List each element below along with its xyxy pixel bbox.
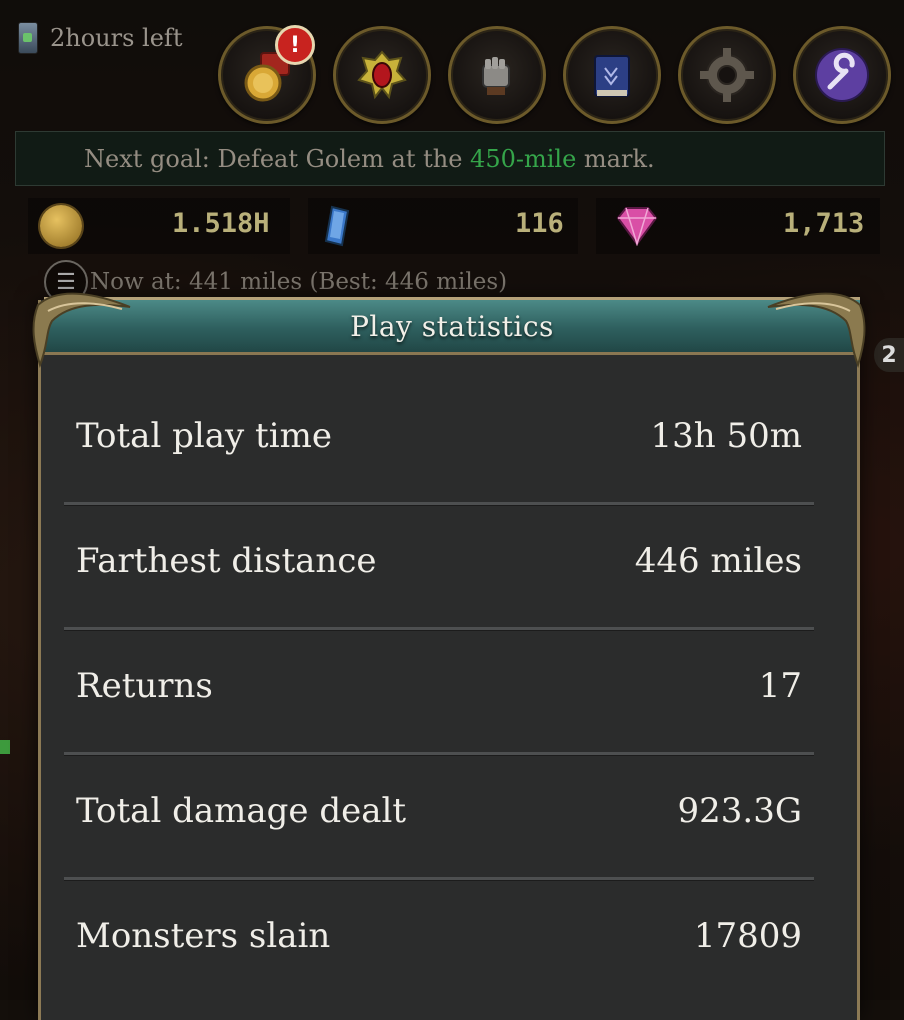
stat-value: 446 miles — [634, 541, 802, 581]
distance-text: Now at: 441 miles (Best: 446 miles) — [90, 269, 508, 295]
book-button[interactable] — [563, 26, 661, 124]
gold-amount: 1.518H — [172, 208, 270, 239]
settings-button[interactable] — [678, 26, 776, 124]
scroll-icon — [18, 22, 38, 54]
stat-value: 13h 50m — [650, 416, 802, 456]
amulet-button[interactable] — [333, 26, 431, 124]
time-remaining: 2hours left — [18, 22, 182, 54]
crystal-amount: 116 — [515, 208, 564, 239]
statistics-list: Total play time 13h 50m Farthest distanc… — [64, 378, 814, 1003]
stat-value: 923.3G — [677, 791, 803, 831]
goal-highlight: 450-mile — [470, 145, 577, 173]
stat-row-damage: Total damage dealt 923.3G — [64, 753, 814, 881]
gem-amount: 1,713 — [783, 208, 865, 239]
stat-row-returns: Returns 17 — [64, 628, 814, 756]
timer-text: 2hours left — [50, 24, 183, 52]
book-icon — [594, 55, 630, 97]
stat-row-farthest-distance: Farthest distance 446 miles — [64, 503, 814, 631]
stat-value: 17 — [758, 666, 802, 706]
goal-prefix: Next goal: Defeat Golem at the — [84, 145, 471, 173]
amulet-icon — [357, 50, 407, 100]
panel-title: Play statistics — [350, 309, 554, 343]
gem-icon — [616, 207, 658, 246]
top-menu: ! — [218, 25, 891, 124]
stat-label: Returns — [76, 666, 213, 706]
gauntlet-button[interactable] — [448, 26, 546, 124]
stat-row-monsters: Monsters slain 17809 — [64, 878, 814, 1003]
stat-value: 17809 — [693, 916, 802, 956]
stat-label: Farthest distance — [76, 541, 377, 581]
panel-header: Play statistics — [44, 297, 860, 355]
stat-label: Total play time — [76, 416, 332, 456]
ornament-left-icon — [32, 292, 131, 369]
gold-coin-icon — [40, 205, 82, 247]
stat-label: Monsters slain — [76, 916, 331, 956]
next-goal-banner: Next goal: Defeat Golem at the 450-mile … — [15, 131, 885, 186]
stat-label: Total damage dealt — [76, 791, 407, 831]
tools-button[interactable] — [793, 26, 891, 124]
side-indicator — [0, 740, 10, 754]
goal-suffix: mark. — [576, 145, 655, 173]
crystal-icon — [324, 205, 350, 247]
side-count-badge: 2 — [874, 338, 904, 372]
ornament-right-icon — [767, 292, 866, 369]
alert-badge: ! — [275, 25, 315, 65]
coins-chest-button[interactable]: ! — [218, 25, 316, 124]
gear-icon — [700, 48, 754, 102]
wrench-icon — [815, 48, 869, 102]
stat-row-play-time: Total play time 13h 50m — [64, 378, 814, 506]
gauntlet-icon — [482, 57, 510, 95]
